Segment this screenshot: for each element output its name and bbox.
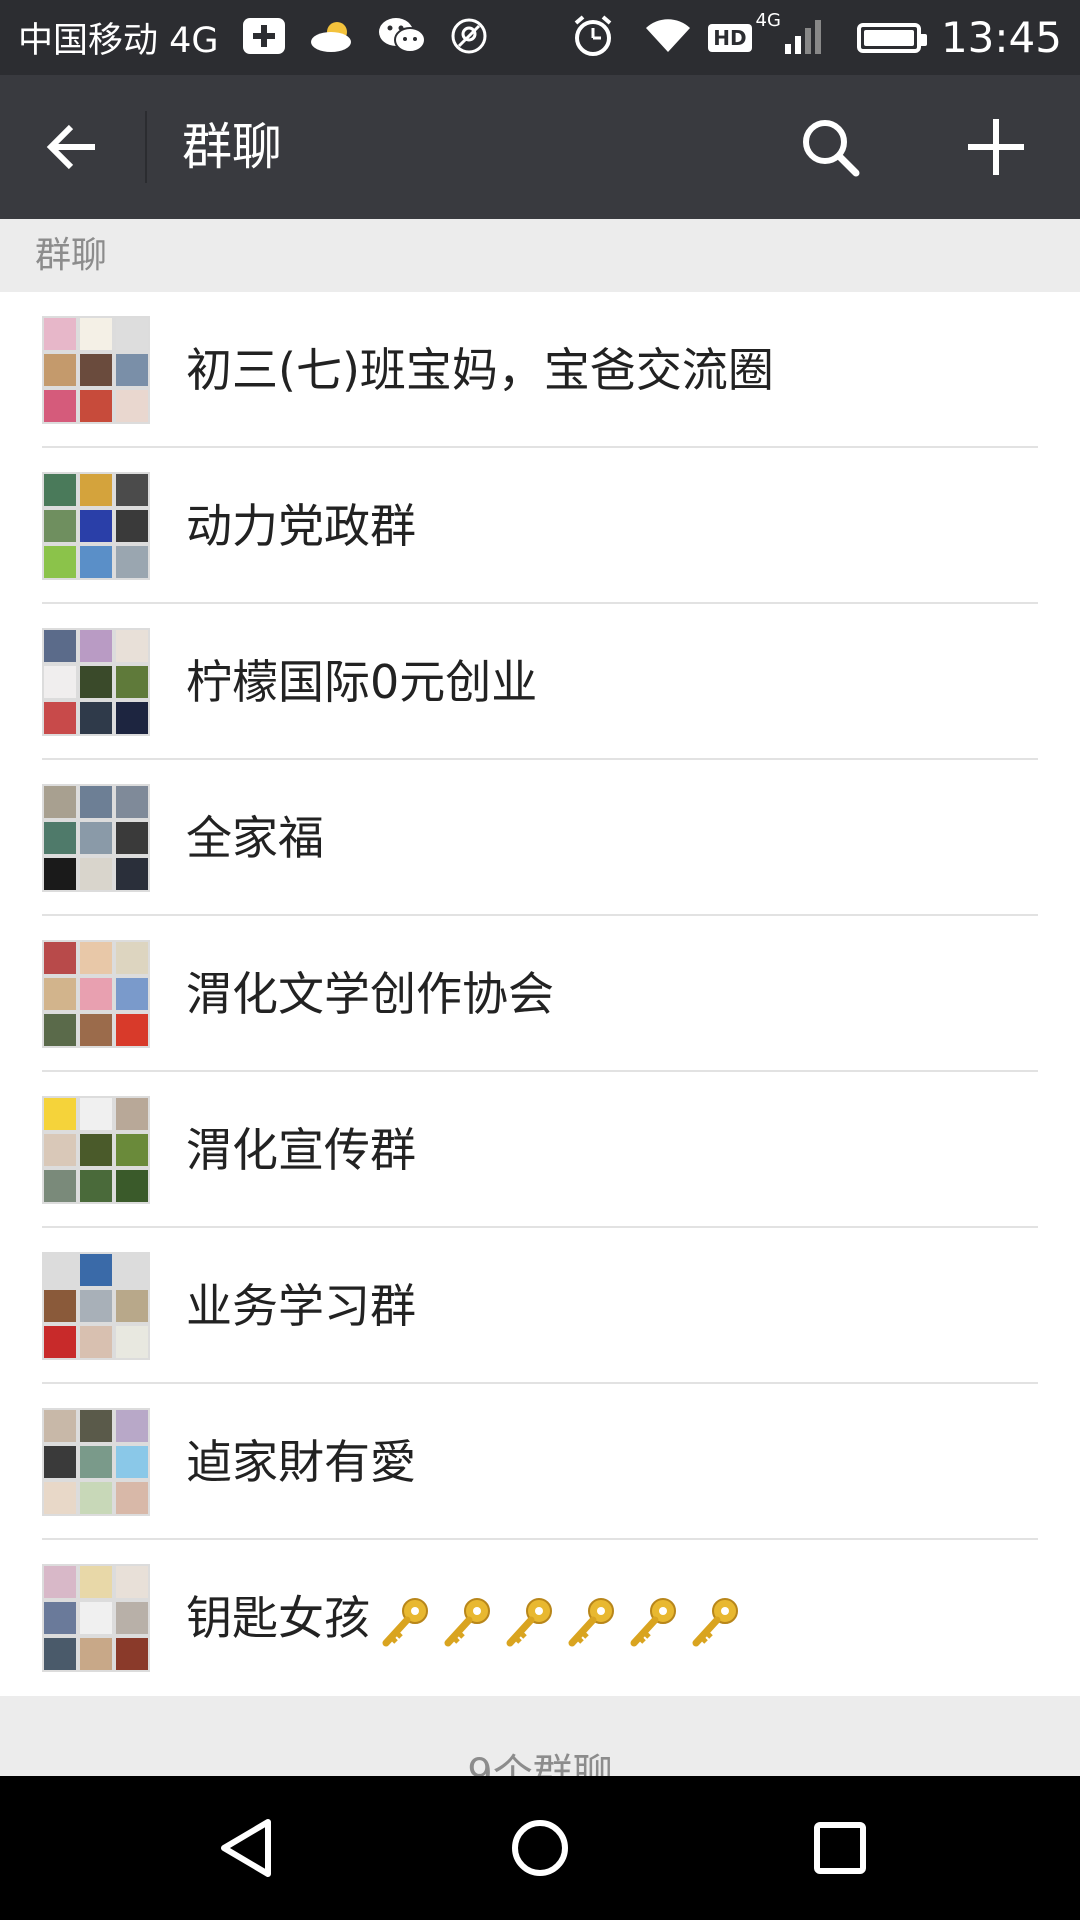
- group-name: 动力党政群: [186, 499, 416, 553]
- circle-home-icon: [512, 1820, 568, 1876]
- page-title: 群聊: [182, 118, 282, 176]
- wifi-icon: [642, 16, 694, 60]
- group-item[interactable]: 渭化文学创作协会: [0, 916, 1080, 1072]
- weather-cloud-icon: [309, 18, 355, 58]
- search-button[interactable]: [790, 111, 870, 183]
- group-name: 业务学习群: [186, 1279, 416, 1333]
- key-icon: [630, 1597, 676, 1646]
- group-name: 钥匙女孩: [186, 1540, 742, 1696]
- group-name: 渭化文学创作协会: [186, 967, 554, 1021]
- group-name: 渭化宣传群: [186, 1123, 416, 1177]
- group-name: 柠檬国际0元创业: [186, 655, 538, 709]
- key-emoji-row: [370, 1591, 742, 1646]
- group-name: 初三(七)班宝妈，宝爸交流圈: [186, 343, 774, 397]
- alarm-icon: [570, 13, 616, 63]
- group-avatar: [42, 1408, 150, 1516]
- group-item[interactable]: 动力党政群: [0, 448, 1080, 604]
- plus-icon: [968, 119, 1024, 175]
- system-nav-bar: [0, 1776, 1080, 1920]
- clock: 13:45: [940, 13, 1062, 62]
- group-avatar: [42, 472, 150, 580]
- block-circle-icon: [449, 16, 489, 60]
- key-icon: [568, 1597, 614, 1646]
- group-avatar: [42, 628, 150, 736]
- wechat-icon: [377, 16, 427, 60]
- hd-badge: HD: [708, 23, 752, 52]
- group-item[interactable]: 全家福: [0, 760, 1080, 916]
- group-avatar: [42, 1564, 150, 1672]
- group-name: 逌家財有愛: [186, 1435, 416, 1489]
- add-button[interactable]: [956, 111, 1036, 183]
- group-item[interactable]: 柠檬国际0元创业: [0, 604, 1080, 760]
- square-recents-icon: [814, 1822, 866, 1874]
- key-icon: [692, 1597, 738, 1646]
- group-item[interactable]: 初三(七)班宝妈，宝爸交流圈: [0, 292, 1080, 448]
- group-avatar: [42, 784, 150, 892]
- arrow-left-icon: [46, 124, 95, 170]
- battery-icon: [856, 22, 927, 53]
- network-type-label: 4G: [755, 10, 781, 31]
- footer-area: 9个群聊: [0, 1696, 1080, 1776]
- triangle-back-icon: [221, 1819, 271, 1877]
- section-header: 群聊: [0, 219, 1080, 292]
- search-icon: [803, 120, 860, 177]
- carrier-label: 中国移动 4G: [18, 21, 219, 61]
- plus-badge-icon: [241, 16, 287, 60]
- group-avatar: [42, 316, 150, 424]
- group-item[interactable]: 钥匙女孩: [0, 1540, 1080, 1696]
- group-name: 全家福: [186, 811, 324, 865]
- back-button[interactable]: [32, 111, 112, 183]
- group-list: 初三(七)班宝妈，宝爸交流圈 动力党政群 柠檬国际0元创业 全家福 渭化文学创作…: [0, 292, 1080, 1696]
- nav-home-button[interactable]: [490, 1808, 590, 1888]
- group-avatar: [42, 1252, 150, 1360]
- key-icon: [444, 1597, 490, 1646]
- group-avatar: [42, 940, 150, 1048]
- group-item[interactable]: 逌家財有愛: [0, 1384, 1080, 1540]
- nav-back-button[interactable]: [196, 1808, 296, 1888]
- group-item[interactable]: 渭化宣传群: [0, 1072, 1080, 1228]
- status-bar: 中国移动 4G HD 4G 13:45: [0, 0, 1080, 75]
- group-item[interactable]: 业务学习群: [0, 1228, 1080, 1384]
- app-bar: 群聊: [0, 75, 1080, 219]
- signal-icon: [783, 16, 823, 60]
- group-name-text: 钥匙女孩: [186, 1591, 370, 1645]
- key-icon: [382, 1597, 428, 1646]
- group-count: 9个群聊: [467, 1751, 613, 1776]
- app-bar-divider: [145, 111, 147, 183]
- key-icon: [506, 1597, 552, 1646]
- group-avatar: [42, 1096, 150, 1204]
- nav-recents-button[interactable]: [790, 1808, 890, 1888]
